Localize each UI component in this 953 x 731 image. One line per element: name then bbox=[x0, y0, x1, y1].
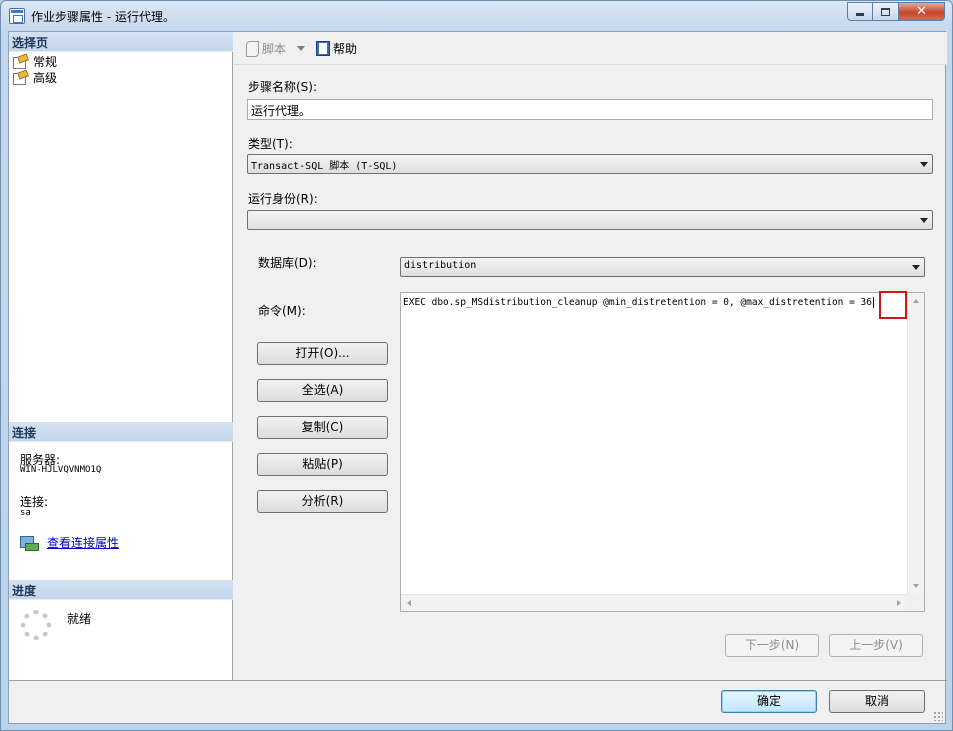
maximize-icon bbox=[881, 7, 890, 16]
script-icon bbox=[244, 40, 260, 57]
progress-spinner-icon bbox=[21, 610, 51, 640]
connection-header: 连接 bbox=[9, 422, 233, 442]
ok-button[interactable]: 确定 bbox=[721, 690, 817, 713]
text-cursor bbox=[873, 297, 874, 308]
scrollbar-corner bbox=[907, 594, 924, 611]
connection-properties-icon bbox=[20, 535, 39, 551]
paste-button[interactable]: 粘贴(P) bbox=[257, 453, 388, 476]
maximize-button[interactable] bbox=[873, 2, 899, 21]
chevron-down-icon bbox=[920, 162, 928, 167]
script-button[interactable]: 脚本 bbox=[241, 37, 289, 59]
database-label: 数据库(D): bbox=[258, 256, 317, 270]
app-icon bbox=[9, 8, 25, 24]
view-connection-properties-link[interactable]: 查看连接属性 bbox=[47, 534, 119, 551]
chevron-down-icon bbox=[920, 218, 928, 223]
view-connection-properties[interactable]: 查看连接属性 bbox=[20, 534, 119, 551]
left-pane: 选择页 常规 高级 连接 服务器: WIN-HJLVQVNMO1Q 连接: sa… bbox=[9, 32, 233, 680]
script-label: 脚本 bbox=[262, 41, 287, 56]
help-button[interactable]: 帮助 bbox=[313, 37, 360, 59]
horizontal-scrollbar[interactable] bbox=[401, 594, 907, 611]
command-text-content: EXEC dbo.sp_MSdistribution_cleanup @min_… bbox=[403, 297, 872, 308]
close-icon: ✕ bbox=[916, 4, 927, 19]
resize-grip-icon[interactable] bbox=[933, 711, 943, 721]
scroll-up-icon[interactable] bbox=[913, 299, 919, 303]
page-item-label: 高级 bbox=[33, 70, 58, 85]
progress-status: 就绪 bbox=[67, 612, 92, 626]
page-item-label: 常规 bbox=[33, 54, 58, 69]
scroll-down-icon[interactable] bbox=[913, 584, 919, 588]
job-step-properties-window: 作业步骤属性 - 运行代理。 ✕ 选择页 常规 高级 连接 服务器: WIN-H… bbox=[0, 0, 953, 731]
parse-button[interactable]: 分析(R) bbox=[257, 490, 388, 513]
type-select-value: Transact-SQL 脚本 (T-SQL) bbox=[251, 161, 398, 172]
database-select-value: distribution bbox=[404, 260, 477, 271]
open-button[interactable]: 打开(O)... bbox=[257, 342, 388, 365]
select-page-header: 选择页 bbox=[9, 32, 233, 52]
help-label: 帮助 bbox=[333, 41, 358, 56]
window-title: 作业步骤属性 - 运行代理。 bbox=[31, 10, 175, 24]
next-step-button[interactable]: 下一步(N) bbox=[725, 634, 819, 657]
command-label: 命令(M): bbox=[258, 304, 306, 318]
database-select[interactable]: distribution bbox=[400, 257, 925, 277]
toolbar: 脚本 帮助 bbox=[234, 32, 947, 64]
command-textarea[interactable]: EXEC dbo.sp_MSdistribution_cleanup @min_… bbox=[400, 291, 925, 612]
toolbar-divider bbox=[234, 64, 947, 65]
type-select[interactable]: Transact-SQL 脚本 (T-SQL) bbox=[247, 154, 933, 174]
cancel-button[interactable]: 取消 bbox=[829, 690, 925, 713]
connection-value: sa bbox=[20, 508, 31, 518]
script-dropdown-chevron-down-icon[interactable] bbox=[297, 45, 306, 51]
page-item-general[interactable]: 常规 bbox=[13, 53, 57, 69]
vertical-scrollbar[interactable] bbox=[907, 293, 924, 594]
page-icon bbox=[13, 55, 27, 69]
footer-divider bbox=[9, 680, 947, 681]
type-label: 类型(T): bbox=[248, 137, 293, 151]
select-all-button[interactable]: 全选(A) bbox=[257, 379, 388, 402]
minimize-icon bbox=[856, 13, 864, 16]
progress-header: 进度 bbox=[9, 580, 233, 600]
server-value: WIN-HJLVQVNMO1Q bbox=[20, 465, 102, 475]
close-button[interactable]: ✕ bbox=[899, 2, 945, 21]
dialog-client-area: 选择页 常规 高级 连接 服务器: WIN-HJLVQVNMO1Q 连接: sa… bbox=[8, 31, 947, 724]
step-name-label: 步骤名称(S): bbox=[248, 80, 318, 94]
page-item-advanced[interactable]: 高级 bbox=[13, 69, 57, 85]
command-text: EXEC dbo.sp_MSdistribution_cleanup @min_… bbox=[403, 297, 874, 308]
run-as-label: 运行身份(R): bbox=[248, 192, 318, 206]
previous-step-button[interactable]: 上一步(V) bbox=[829, 634, 923, 657]
scroll-right-icon[interactable] bbox=[897, 600, 901, 606]
copy-button[interactable]: 复制(C) bbox=[257, 416, 388, 439]
scroll-left-icon[interactable] bbox=[407, 600, 411, 606]
help-book-icon bbox=[316, 40, 331, 56]
highlight-annotation-box bbox=[879, 291, 907, 319]
minimize-button[interactable] bbox=[847, 2, 873, 21]
step-name-input[interactable]: 运行代理。 bbox=[247, 99, 933, 120]
title-bar[interactable]: 作业步骤属性 - 运行代理。 ✕ bbox=[1, 1, 952, 31]
page-icon bbox=[13, 71, 27, 85]
window-controls: ✕ bbox=[847, 2, 945, 21]
run-as-select[interactable] bbox=[247, 210, 933, 230]
chevron-down-icon bbox=[912, 265, 920, 270]
